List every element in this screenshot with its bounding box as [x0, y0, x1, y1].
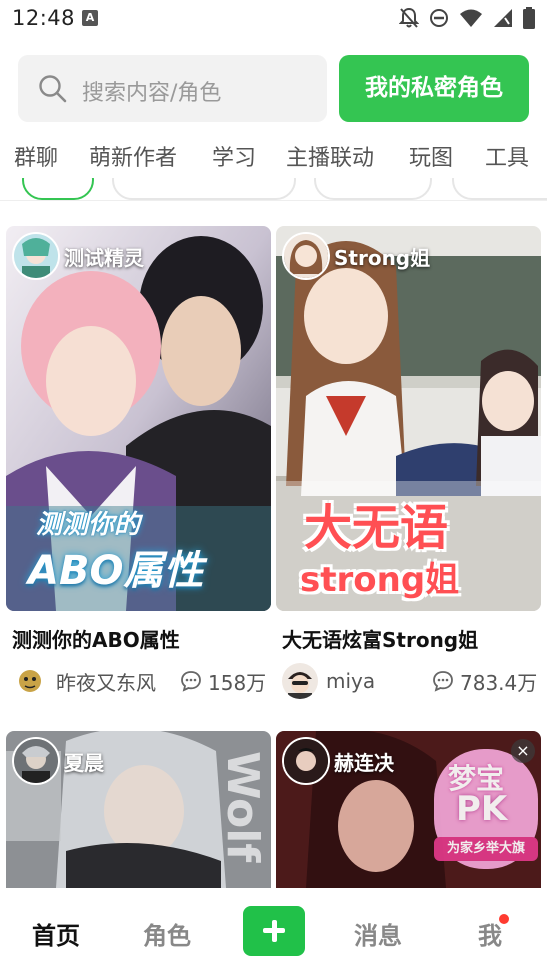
- creator-avatar: [12, 663, 48, 699]
- plus-icon[interactable]: [243, 906, 305, 956]
- notification-badge: [499, 914, 509, 924]
- author-avatar[interactable]: [282, 737, 330, 785]
- chat-count: 783.4万: [432, 662, 537, 700]
- cover-caption-top: 测测你的: [36, 510, 141, 540]
- role-card[interactable]: Wolf 夏晨: [6, 731, 271, 888]
- role-card[interactable]: 梦宝 PK 为家乡举大旗 × 赫连决: [276, 731, 541, 888]
- creator-name: 昨夜又东风: [56, 670, 156, 695]
- role-card[interactable]: 大无语 strong姐 Strong姐 大无语炫富Strong姐 miya 78…: [276, 226, 541, 706]
- promo-pk: PK: [456, 789, 508, 829]
- author-avatar[interactable]: [12, 737, 60, 785]
- filter-chip[interactable]: [452, 178, 547, 200]
- chat-bubble-icon: [181, 671, 201, 692]
- creator-name: miya: [326, 669, 376, 693]
- search-input[interactable]: 搜索内容/角色: [82, 75, 221, 107]
- tab-tools[interactable]: 工具: [485, 140, 529, 172]
- cover-caption-bottom: strong姐: [300, 560, 460, 600]
- close-icon[interactable]: ×: [511, 739, 535, 763]
- cover-caption-top: 大无语: [304, 500, 449, 556]
- cover-side-text: Wolf: [217, 751, 268, 863]
- nav-me[interactable]: 我: [478, 916, 502, 951]
- creator-avatar: [282, 663, 318, 699]
- dnd-icon: [430, 9, 448, 27]
- author-avatar[interactable]: [282, 232, 330, 280]
- chat-count-value: 783.4万: [460, 670, 538, 695]
- notification-icon: A: [82, 10, 98, 26]
- creator-info[interactable]: miya: [282, 662, 375, 700]
- filter-chip[interactable]: [22, 178, 94, 200]
- battery-icon: [523, 7, 535, 29]
- author-name: 测试精灵: [64, 246, 144, 270]
- cover-caption-bottom: ABO属性: [28, 548, 204, 594]
- search-box[interactable]: 搜索内容/角色: [18, 55, 327, 122]
- category-tabs: 群聊 萌新作者 学习 主播联动 玩图 工具: [0, 140, 547, 180]
- card-title: 测测你的ABO属性: [12, 628, 180, 652]
- promo-badge[interactable]: 梦宝 PK 为家乡举大旗: [434, 749, 538, 869]
- bottom-nav: 首页 角色 消息 我: [0, 888, 547, 974]
- search-icon: [39, 75, 67, 103]
- author-avatar[interactable]: [12, 232, 60, 280]
- wifi-icon: [460, 9, 482, 27]
- filter-chip-row: [0, 178, 547, 200]
- filter-chip[interactable]: [314, 178, 432, 200]
- tab-streamer[interactable]: 主播联动: [286, 140, 374, 172]
- signal-icon: [494, 9, 512, 27]
- chat-count-value: 158万: [208, 670, 267, 695]
- nav-home[interactable]: 首页: [32, 916, 80, 951]
- author-name: Strong姐: [334, 246, 431, 270]
- chat-count: 158万: [180, 662, 266, 700]
- nav-roles[interactable]: 角色: [143, 916, 191, 951]
- card-cover-image: 大无语 strong姐: [276, 226, 541, 611]
- creator-info[interactable]: 昨夜又东风: [12, 662, 156, 700]
- promo-subtitle: 为家乡举大旗: [434, 837, 538, 861]
- tab-group-chat[interactable]: 群聊: [14, 140, 58, 172]
- role-card[interactable]: 测测你的 ABO属性 测试精灵 测测你的ABO属性 昨夜又东风 158万: [6, 226, 271, 706]
- filter-chip[interactable]: [112, 178, 296, 200]
- nav-messages[interactable]: 消息: [354, 916, 402, 951]
- status-bar: 12:48 A: [0, 0, 547, 40]
- card-title: 大无语炫富Strong姐: [282, 628, 479, 652]
- tab-study[interactable]: 学习: [212, 140, 256, 172]
- mute-icon: [399, 7, 419, 28]
- card-cover-image: 测测你的 ABO属性: [6, 226, 271, 611]
- author-name: 夏晨: [64, 751, 104, 775]
- chat-bubble-icon: [433, 671, 453, 692]
- status-time: 12:48: [12, 6, 76, 30]
- tab-new-authors[interactable]: 萌新作者: [89, 140, 177, 172]
- my-private-roles-button[interactable]: 我的私密角色: [339, 55, 529, 122]
- divider: [0, 200, 547, 201]
- tab-images[interactable]: 玩图: [409, 140, 453, 172]
- author-name: 赫连决: [334, 751, 394, 775]
- status-icons: [399, 7, 535, 29]
